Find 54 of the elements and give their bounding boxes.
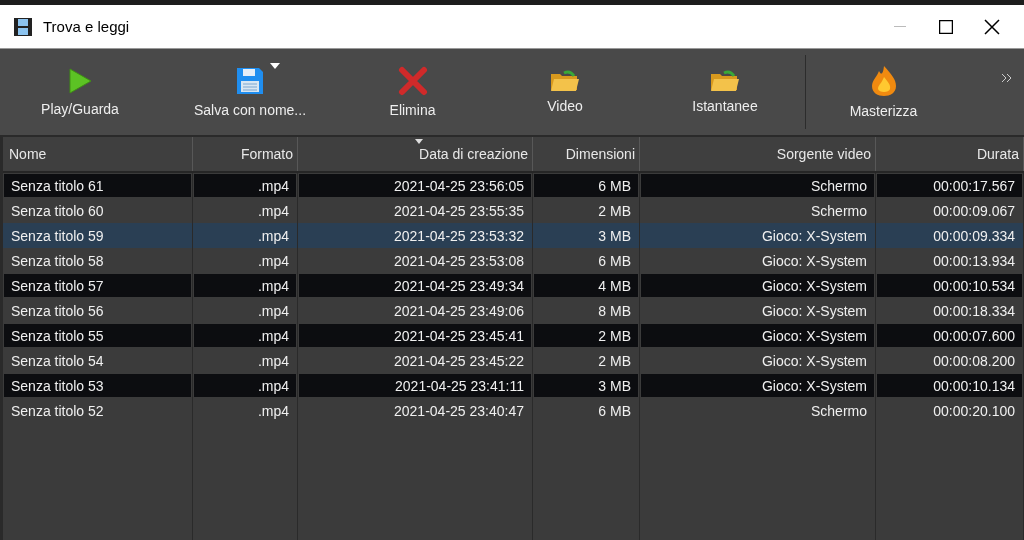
close-icon <box>984 18 1000 35</box>
table-cell: 3 MB <box>533 373 640 398</box>
flame-icon <box>870 65 897 97</box>
toolbar-button[interactable]: Play/Guarda <box>0 49 160 135</box>
table-cell: Senza titolo 61 <box>3 173 193 198</box>
table-cell: .mp4 <box>193 323 298 348</box>
table-cell: 2021-04-25 23:53:32 <box>298 223 533 248</box>
minimize-icon <box>894 25 906 28</box>
table-cell: 4 MB <box>533 273 640 298</box>
window-title: Trova e leggi <box>43 18 131 35</box>
table-cell: 00:00:10.534 <box>876 273 1024 298</box>
column-header[interactable]: Data di creazione <box>298 137 533 171</box>
column-header[interactable]: Formato <box>193 137 298 171</box>
table-cell: 3 MB <box>533 223 640 248</box>
toolbar-button[interactable]: Video <box>485 49 645 135</box>
table-cell: 2021-04-25 23:45:41 <box>298 323 533 348</box>
table-cell: Gioco: X-System <box>640 373 876 398</box>
folder-icon <box>710 70 740 92</box>
table-cell: 00:00:17.567 <box>876 173 1024 198</box>
table-cell: 6 MB <box>533 173 640 198</box>
toolbar-button[interactable]: Masterizza <box>806 49 961 135</box>
maximize-icon <box>939 19 953 34</box>
sort-arrow-icon <box>415 139 423 144</box>
column-header[interactable]: Dimensioni <box>533 137 640 171</box>
table-cell: 00:00:09.334 <box>876 223 1024 248</box>
table-cell: .mp4 <box>193 223 298 248</box>
table-cell: 2021-04-25 23:49:34 <box>298 273 533 298</box>
film-save-icon <box>13 16 33 37</box>
table-cell: Senza titolo 55 <box>3 323 193 348</box>
table-cell: Senza titolo 57 <box>3 273 193 298</box>
toolbar-button[interactable]: Elimina <box>340 49 485 135</box>
column-header[interactable]: Nome <box>3 137 193 171</box>
table-cell: Gioco: X-System <box>640 273 876 298</box>
table-cell: Senza titolo 53 <box>3 373 193 398</box>
table-cell: 2021-04-25 23:56:05 <box>298 173 533 198</box>
table-cell: .mp4 <box>193 373 298 398</box>
table-cell: .mp4 <box>193 173 298 198</box>
table-cell: 2 MB <box>533 323 640 348</box>
toolbar-button[interactable]: Salva con nome... <box>160 49 340 135</box>
table-cell: 00:00:07.600 <box>876 323 1024 348</box>
column-header[interactable]: Durata <box>876 137 1024 171</box>
table-cell: Schermo <box>640 173 876 198</box>
table-cell: Senza titolo 59 <box>3 223 193 248</box>
cross-icon <box>397 66 428 96</box>
double-chevron-icon <box>1001 73 1013 83</box>
folder-icon <box>550 70 580 92</box>
toolbar-button[interactable]: Istantanee <box>645 49 805 135</box>
table-cell: 2021-04-25 23:41:11 <box>298 373 533 398</box>
table-cell: Gioco: X-System <box>640 323 876 348</box>
column-header[interactable]: Sorgente video <box>640 137 876 171</box>
table-cell: Gioco: X-System <box>640 223 876 248</box>
table-cell: 00:00:10.134 <box>876 373 1024 398</box>
play-icon <box>67 67 93 95</box>
table-cell: .mp4 <box>193 273 298 298</box>
